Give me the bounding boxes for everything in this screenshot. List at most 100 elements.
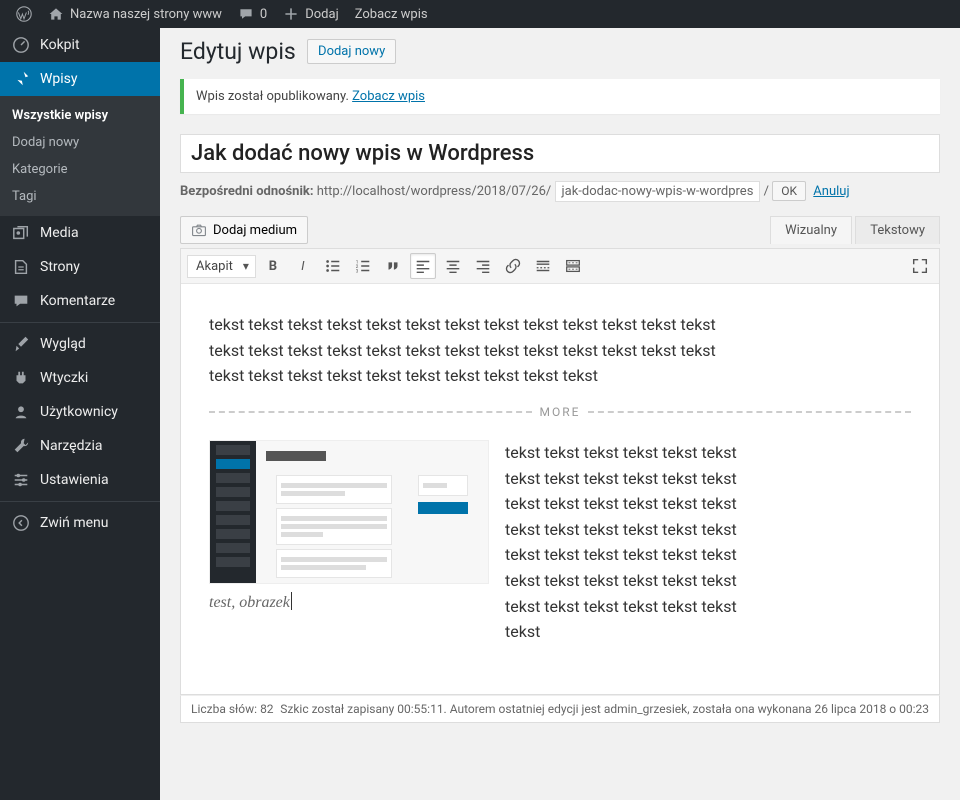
permalink-row: Bezpośredni odnośnik: http://localhost/w… — [180, 181, 940, 202]
pin-icon — [12, 70, 30, 88]
comments-link[interactable]: 0 — [230, 0, 275, 28]
align-center-icon — [444, 257, 462, 275]
submenu-add-new[interactable]: Dodaj nowy — [0, 129, 160, 156]
media-icon — [12, 224, 30, 242]
page-title: Edytuj wpis — [180, 38, 296, 65]
align-center-button[interactable] — [440, 253, 466, 279]
distraction-free-button[interactable] — [907, 253, 933, 279]
view-post-label: Zobacz wpis — [355, 7, 428, 22]
quote-icon — [384, 257, 402, 275]
add-media-button[interactable]: Dodaj medium — [180, 216, 308, 244]
sidebar-item-appearance[interactable]: Wygląd — [0, 327, 160, 361]
add-media-label: Dodaj medium — [213, 223, 297, 238]
sidebar-item-posts[interactable]: Wpisy — [0, 62, 160, 96]
sidebar-item-pages[interactable]: Strony — [0, 250, 160, 284]
sidebar-item-label: Media — [40, 225, 79, 241]
permalink-slug-input[interactable]: jak-dodac-nowy-wpis-w-wordpres — [555, 181, 761, 202]
success-notice: Wpis został opublikowany. Zobacz wpis — [180, 79, 940, 114]
sidebar-item-comments[interactable]: Komentarze — [0, 284, 160, 318]
sidebar-item-label: Wpisy — [40, 71, 78, 87]
post-title-input[interactable] — [180, 134, 940, 173]
sidebar-item-label: Wtyczki — [40, 370, 88, 386]
site-name-link[interactable]: Nazwa naszej strony www — [40, 0, 230, 28]
home-icon — [48, 6, 64, 22]
plug-icon — [12, 369, 30, 387]
more-separator: MORE — [209, 403, 911, 422]
format-select[interactable]: Akapit — [187, 255, 256, 278]
sidebar-item-settings[interactable]: Ustawienia — [0, 463, 160, 497]
svg-text:3: 3 — [356, 268, 359, 274]
pages-icon — [12, 258, 30, 276]
bullet-list-button[interactable] — [320, 253, 346, 279]
comments-count: 0 — [260, 7, 267, 22]
site-name: Nazwa naszej strony www — [70, 7, 222, 22]
num-list-button[interactable]: 123 — [350, 253, 376, 279]
admin-bar: Nazwa naszej strony www 0 Dodaj Zobacz w… — [0, 0, 960, 28]
add-new-label: Dodaj — [305, 7, 338, 22]
add-new-button[interactable]: Dodaj nowy — [307, 39, 396, 64]
fullscreen-icon — [911, 257, 929, 275]
align-right-button[interactable] — [470, 253, 496, 279]
bold-button[interactable]: B — [260, 253, 286, 279]
sidebar-item-media[interactable]: Media — [0, 216, 160, 250]
sidebar-item-label: Narzędzia — [40, 438, 102, 454]
submenu-categories[interactable]: Kategorie — [0, 156, 160, 183]
sidebar-submenu-posts: Wszystkie wpisy Dodaj nowy Kategorie Tag… — [0, 96, 160, 216]
wp-logo[interactable] — [8, 0, 40, 28]
draft-info: Szkic został zapisany 00:55:11. Autorem … — [280, 702, 929, 716]
tab-text[interactable]: Tekstowy — [855, 216, 940, 244]
notice-link[interactable]: Zobacz wpis — [352, 89, 425, 104]
sidebar-item-dashboard[interactable]: Kokpit — [0, 28, 160, 62]
sidebar-item-label: Użytkownicy — [40, 404, 118, 420]
plus-icon — [283, 6, 299, 22]
link-icon — [504, 257, 522, 275]
dashboard-icon — [12, 36, 30, 54]
kitchensink-icon — [564, 257, 582, 275]
quote-button[interactable] — [380, 253, 406, 279]
permalink-base: http://localhost/wordpress/2018/07/26/ — [317, 184, 552, 199]
wordpress-icon — [16, 6, 32, 22]
tab-visual[interactable]: Wizualny — [770, 216, 852, 244]
editor-content[interactable]: tekst tekst tekst tekst tekst tekst teks… — [181, 284, 939, 694]
list-ul-icon — [324, 257, 342, 275]
link-button[interactable] — [500, 253, 526, 279]
align-right-icon — [474, 257, 492, 275]
readmore-icon — [534, 257, 552, 275]
user-icon — [12, 403, 30, 421]
sidebar-item-label: Zwiń menu — [40, 515, 108, 531]
camera-icon — [191, 222, 207, 238]
view-post-link[interactable]: Zobacz wpis — [347, 0, 436, 28]
permalink-ok-button[interactable]: OK — [772, 181, 806, 201]
sidebar-item-tools[interactable]: Narzędzia — [0, 429, 160, 463]
content-wrap: Edytuj wpis Dodaj nowy Wpis został opubl… — [160, 28, 960, 723]
image-caption[interactable]: test, obrazek — [209, 590, 290, 616]
submenu-all-posts[interactable]: Wszystkie wpisy — [0, 102, 160, 129]
readmore-button[interactable] — [530, 253, 556, 279]
submenu-tags[interactable]: Tagi — [0, 183, 160, 210]
admin-sidebar: Kokpit Wpisy Wszystkie wpisy Dodaj nowy … — [0, 28, 160, 800]
notice-text: Wpis został opublikowany. — [196, 89, 352, 104]
permalink-cancel-link[interactable]: Anuluj — [813, 184, 849, 199]
sidebar-item-label: Wygląd — [40, 336, 86, 352]
editor-box: Akapit B I 123 tekst tekst tekst tekst t… — [180, 248, 940, 695]
inserted-image[interactable] — [209, 440, 489, 584]
editor-toolbar: Akapit B I 123 — [181, 249, 939, 284]
sidebar-item-users[interactable]: Użytkownicy — [0, 395, 160, 429]
permalink-sep: / — [764, 184, 769, 199]
paragraph: tekst tekst tekst tekst tekst tekst teks… — [505, 440, 745, 645]
sidebar-item-label: Komentarze — [40, 293, 115, 309]
sidebar-collapse[interactable]: Zwiń menu — [0, 506, 160, 540]
italic-button[interactable]: I — [290, 253, 316, 279]
sliders-icon — [12, 471, 30, 489]
kitchensink-button[interactable] — [560, 253, 586, 279]
brush-icon — [12, 335, 30, 353]
word-count: Liczba słów: 82 — [191, 702, 274, 716]
editor-tabs: Wizualny Tekstowy — [770, 216, 940, 244]
paragraph: tekst tekst tekst tekst tekst tekst teks… — [209, 312, 729, 389]
permalink-label: Bezpośredni odnośnik: — [180, 184, 314, 199]
add-new-link[interactable]: Dodaj — [275, 0, 346, 28]
sidebar-item-plugins[interactable]: Wtyczki — [0, 361, 160, 395]
collapse-icon — [12, 514, 30, 532]
align-left-button[interactable] — [410, 253, 436, 279]
sidebar-item-label: Ustawienia — [40, 472, 109, 488]
